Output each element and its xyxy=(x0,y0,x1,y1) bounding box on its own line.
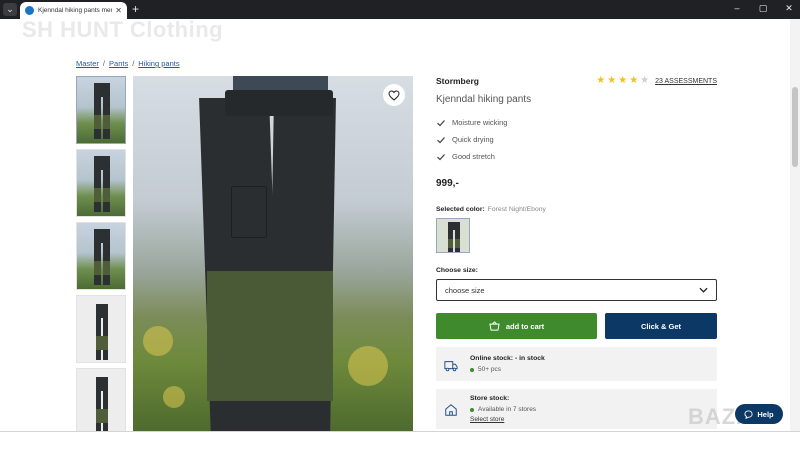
online-stock-qty-text: 50+ pcs xyxy=(478,366,501,373)
chat-icon xyxy=(744,409,753,419)
breadcrumb-master[interactable]: Master xyxy=(76,59,99,68)
product-name: Kjenndal hiking pants xyxy=(436,94,532,105)
feature-label: Quick drying xyxy=(452,135,494,144)
pants-image xyxy=(96,377,108,433)
selected-color: Selected color: Forest Night/Ebony xyxy=(436,206,717,213)
pants-image xyxy=(448,222,460,252)
page-scrollbar[interactable] xyxy=(790,19,800,431)
store-stock-availability-text: Available in 7 stores xyxy=(478,406,537,413)
selected-color-value: Forest Night/Ebony xyxy=(487,206,546,213)
online-stock-qty: 50+ pcs xyxy=(470,366,545,373)
click-and-get-label: Click & Get xyxy=(640,321,681,331)
help-button[interactable]: Help xyxy=(735,404,783,424)
window-controls: – ▢ ✕ xyxy=(732,3,794,14)
heart-icon xyxy=(388,89,400,101)
new-tab-button[interactable]: + xyxy=(132,2,139,17)
pants-image xyxy=(94,156,110,212)
wishlist-button[interactable] xyxy=(383,84,405,106)
star-icon: ★ xyxy=(629,75,639,86)
watermark-text: SH HUNT Clothing xyxy=(22,17,224,42)
store-stock-box: Store stock: Available in 7 stores Selec… xyxy=(436,389,717,429)
choose-size-label: Choose size: xyxy=(436,267,478,274)
online-stock-title: Online stock: - in stock xyxy=(470,355,545,362)
scrollbar-thumb[interactable] xyxy=(792,87,798,167)
size-select-value: choose size xyxy=(445,285,485,295)
check-icon xyxy=(437,119,445,126)
bottom-bar xyxy=(0,431,800,450)
pants-knee-patch xyxy=(273,271,333,401)
feature-label: Moisture wicking xyxy=(452,118,508,127)
tab-close-icon[interactable]: ✕ xyxy=(115,6,122,15)
online-stock-box: Online stock: - in stock 50+ pcs xyxy=(436,347,717,381)
chevron-down-icon xyxy=(699,287,708,293)
product-info: Stormberg ★ ★ ★ ★ ★ 23 ASSESSMENTS Kjenn… xyxy=(436,76,717,429)
product-price: 999,- xyxy=(436,178,459,189)
background-flower xyxy=(348,346,388,386)
breadcrumb-separator: / xyxy=(132,59,135,68)
cart-icon xyxy=(489,321,500,331)
add-to-cart-button[interactable]: add to cart xyxy=(436,313,597,339)
thumbnail-4[interactable] xyxy=(76,295,126,363)
thumbnail-2[interactable] xyxy=(76,149,126,217)
feature-item: Quick drying xyxy=(436,131,717,148)
add-to-cart-label: add to cart xyxy=(505,321,545,331)
in-stock-dot xyxy=(470,367,474,372)
feature-item: Moisture wicking xyxy=(436,114,717,131)
tab-search-icon[interactable]: ⌄ xyxy=(3,3,17,16)
store-stock-availability: Available in 7 stores xyxy=(470,406,536,413)
store-icon xyxy=(445,404,457,416)
star-icon: ★ xyxy=(596,75,606,86)
breadcrumb: Master / Pants / Hiking pants xyxy=(76,59,180,68)
pants-image xyxy=(94,229,110,285)
help-label: Help xyxy=(757,409,774,419)
action-buttons: add to cart Click & Get xyxy=(436,313,717,339)
feature-label: Good stretch xyxy=(452,152,495,161)
product-rating: ★ ★ ★ ★ ★ 23 ASSESSMENTS xyxy=(596,76,717,86)
feature-item: Good stretch xyxy=(436,148,717,165)
pants-image xyxy=(94,83,110,139)
star-icon: ★ xyxy=(618,75,628,86)
pants-image xyxy=(96,304,108,360)
breadcrumb-hiking-pants[interactable]: Hiking pants xyxy=(138,59,179,68)
thumbnail-1[interactable] xyxy=(76,76,126,144)
breadcrumb-pants[interactable]: Pants xyxy=(109,59,128,68)
maximize-icon[interactable]: ▢ xyxy=(758,3,768,14)
check-icon xyxy=(437,136,445,143)
pants-waistband xyxy=(225,90,333,116)
breadcrumb-separator: / xyxy=(102,59,106,68)
thumbnail-5[interactable] xyxy=(76,368,126,436)
pants-knee-patch xyxy=(207,271,273,401)
check-icon xyxy=(437,153,445,160)
color-swatch[interactable] xyxy=(436,218,470,253)
assessments-link[interactable]: 23 ASSESSMENTS xyxy=(655,78,717,85)
thumbnail-list xyxy=(76,76,127,441)
in-stock-dot xyxy=(470,407,474,412)
star-empty-icon: ★ xyxy=(640,75,650,86)
background-flower xyxy=(143,326,173,356)
close-window-icon[interactable]: ✕ xyxy=(784,3,794,14)
select-store-link[interactable]: Select store xyxy=(470,416,536,423)
truck-icon xyxy=(444,361,458,372)
size-select[interactable]: choose size xyxy=(436,279,717,301)
background-flower xyxy=(163,386,185,408)
click-and-get-button[interactable]: Click & Get xyxy=(605,313,717,339)
tab-title: Kjenndal hiking pants men - gr... xyxy=(38,7,112,14)
main-product-image[interactable] xyxy=(133,76,413,431)
selected-color-label: Selected color: xyxy=(436,206,485,213)
minimize-icon[interactable]: – xyxy=(732,3,742,14)
pants-cargo-pocket xyxy=(231,186,267,238)
star-icon: ★ xyxy=(607,75,617,86)
feature-list: Moisture wicking Quick drying Good stret… xyxy=(436,114,717,165)
favicon-icon xyxy=(25,6,34,15)
store-stock-title: Store stock: xyxy=(470,395,510,402)
thumbnail-3[interactable] xyxy=(76,222,126,290)
